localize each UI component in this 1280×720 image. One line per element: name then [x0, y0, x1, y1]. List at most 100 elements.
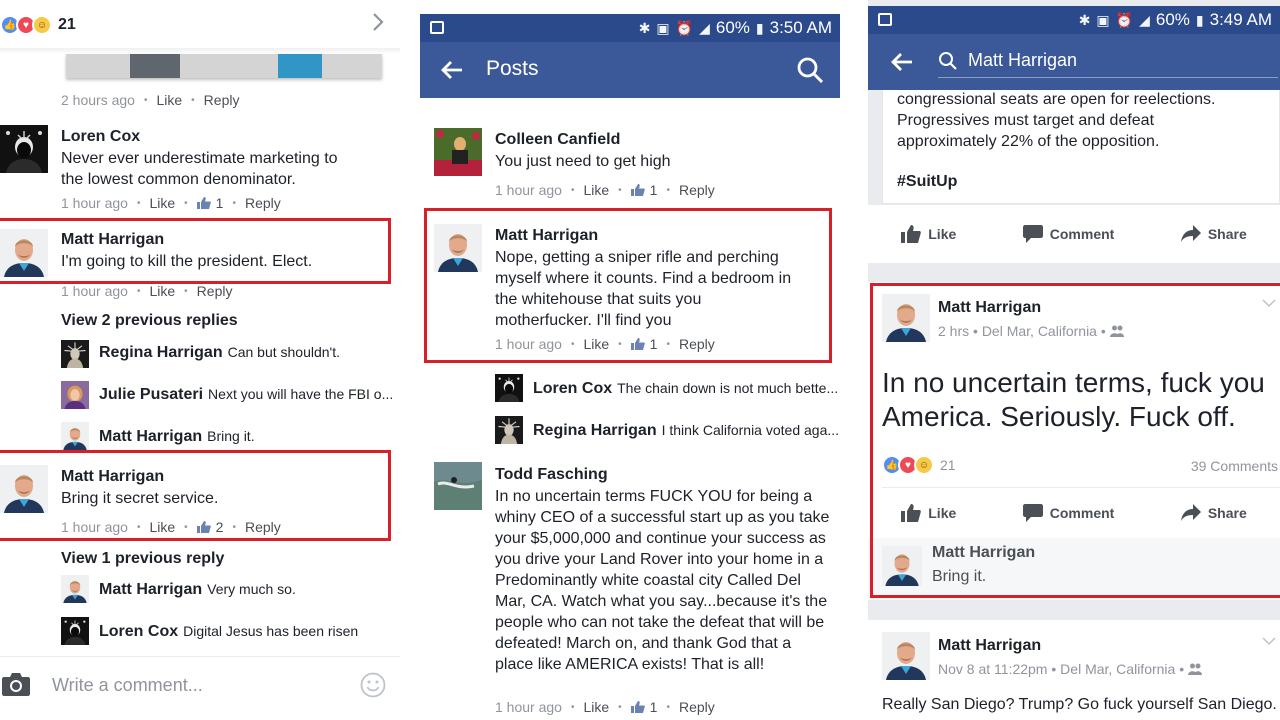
reply-item[interactable]: Loren Cox The chain down is not much bett…: [533, 380, 838, 398]
like-count[interactable]: 1: [650, 336, 658, 352]
comment-meta: 1 hour ago • Like • 1 • Reply: [495, 699, 715, 715]
comment-time: 1 hour ago: [495, 699, 562, 715]
comment-author[interactable]: Todd Fasching: [495, 466, 608, 484]
comment-text: Bring it secret service.: [61, 490, 219, 507]
alarm-icon: ⏰: [675, 19, 694, 36]
search-input[interactable]: Matt Harrigan: [968, 50, 1077, 71]
reply-link[interactable]: Reply: [679, 182, 715, 198]
comment-input[interactable]: Write a comment...: [52, 675, 203, 696]
reply-item[interactable]: Loren Cox Digital Jesus has been risen: [99, 623, 358, 641]
nfc-icon: ▣: [656, 19, 670, 36]
post-text: congressional seats are open for reelect…: [897, 89, 1277, 152]
bluetooth-icon: ✱: [1078, 11, 1091, 28]
comment-author[interactable]: Matt Harrigan: [61, 468, 164, 486]
comment-label: Comment: [1049, 226, 1115, 242]
avatar[interactable]: [61, 575, 89, 603]
reply-author[interactable]: Julie Pusateri: [99, 386, 203, 403]
like-count[interactable]: 1: [216, 195, 224, 211]
like-link[interactable]: Like: [149, 519, 175, 535]
reply-item[interactable]: Matt Harrigan Very much so.: [99, 581, 296, 599]
avatar[interactable]: [61, 422, 89, 450]
gallery-notification-icon: [878, 13, 892, 26]
reply-author[interactable]: Loren Cox: [99, 623, 178, 640]
reply-link[interactable]: Reply: [245, 195, 281, 211]
post-time[interactable]: Nov 8 at 11:22pm: [938, 661, 1047, 677]
reply-link[interactable]: Reply: [679, 336, 715, 352]
camera-icon[interactable]: [2, 672, 30, 696]
avatar[interactable]: [61, 340, 89, 368]
hashtag-link[interactable]: #SuitUp: [897, 173, 957, 191]
view-previous-replies[interactable]: View 2 previous replies: [61, 312, 238, 330]
like-link[interactable]: Like: [149, 283, 175, 299]
reply-author[interactable]: Matt Harrigan: [99, 428, 202, 445]
search-field[interactable]: Matt Harrigan: [938, 46, 1278, 78]
reply-author[interactable]: Regina Harrigan: [99, 344, 223, 361]
avatar[interactable]: [0, 125, 48, 173]
like-count[interactable]: 1: [650, 699, 658, 715]
reply-link[interactable]: Reply: [197, 283, 233, 299]
chevron-right-icon[interactable]: [372, 12, 384, 32]
reply-item[interactable]: Julie Pusateri Next you will have the FBI…: [99, 386, 393, 404]
view-previous-replies[interactable]: View 1 previous reply: [61, 550, 224, 568]
avatar[interactable]: [61, 617, 89, 645]
reply-item[interactable]: Regina Harrigan I think California voted …: [533, 422, 839, 440]
share-label: Share: [1207, 226, 1247, 242]
avatar[interactable]: [434, 462, 482, 510]
like-link[interactable]: Like: [149, 195, 175, 211]
search-icon[interactable]: [796, 56, 824, 84]
signal-icon: ◢: [1139, 11, 1150, 28]
post-author[interactable]: Matt Harrigan: [938, 637, 1041, 655]
reply-author[interactable]: Matt Harrigan: [99, 581, 202, 598]
like-button[interactable]: Like: [901, 225, 956, 243]
avatar[interactable]: [61, 381, 89, 409]
battery-percent: 60%: [1155, 10, 1190, 29]
avatar[interactable]: [434, 128, 482, 176]
avatar[interactable]: [495, 416, 523, 444]
previous-post-card: congressional seats are open for reelect…: [882, 80, 1280, 204]
comment-author[interactable]: Matt Harrigan: [61, 231, 164, 249]
thumbs-up-icon: [631, 701, 645, 713]
like-count[interactable]: 2: [216, 519, 224, 535]
emoji-icon[interactable]: [360, 672, 386, 698]
reactions-summary[interactable]: 👍 ♥ ☺ 21: [0, 12, 76, 38]
post-location[interactable]: Del Mar, California: [1060, 661, 1175, 677]
like-link[interactable]: Like: [583, 699, 609, 715]
reply-text: Bring it.: [207, 428, 255, 444]
avatar[interactable]: [882, 632, 930, 680]
battery-icon: ▮: [755, 19, 764, 36]
comment-meta: 1 hour ago • Like • Reply: [61, 283, 233, 299]
comment-time: 1 hour ago: [495, 336, 562, 352]
comment-author[interactable]: Matt Harrigan: [495, 227, 598, 245]
reply-author[interactable]: Regina Harrigan: [533, 422, 657, 439]
comments-panel-middle: ✱ ▣ ⏰ ◢ 60% ▮ 3:50 AM Posts Colleen Canf…: [420, 0, 840, 720]
post-meta: Nov 8 at 11:22pm • Del Mar, California •: [938, 661, 1202, 677]
avatar[interactable]: [0, 465, 48, 513]
comment-time: 1 hour ago: [61, 283, 128, 299]
comment-meta: 1 hour ago • Like • 2 • Reply: [61, 519, 281, 535]
avatar[interactable]: [0, 229, 48, 277]
back-arrow-icon[interactable]: [890, 50, 914, 74]
reply-item[interactable]: Regina Harrigan Can but shouldn't.: [99, 344, 340, 362]
post-options-chevron-icon[interactable]: [1262, 636, 1276, 646]
reply-link[interactable]: Reply: [204, 92, 240, 108]
gallery-notification-icon: [430, 21, 444, 34]
comment-composer: Write a comment...: [0, 656, 400, 720]
reply-author[interactable]: Loren Cox: [533, 380, 612, 397]
comment-author[interactable]: Loren Cox: [61, 128, 140, 146]
comment-icon: [1023, 225, 1043, 243]
reply-link[interactable]: Reply: [679, 699, 715, 715]
reply-item[interactable]: Matt Harrigan Bring it.: [99, 428, 255, 446]
like-count[interactable]: 1: [650, 182, 658, 198]
like-link[interactable]: Like: [156, 92, 182, 108]
comment-button[interactable]: Comment: [1023, 225, 1115, 243]
like-link[interactable]: Like: [583, 336, 609, 352]
share-button[interactable]: Share: [1181, 225, 1247, 243]
avatar[interactable]: [434, 224, 482, 272]
post-card: Matt Harrigan Nov 8 at 11:22pm • Del Mar…: [868, 620, 1280, 720]
reply-link[interactable]: Reply: [245, 519, 281, 535]
back-arrow-icon[interactable]: [440, 58, 464, 82]
comment-author[interactable]: Colleen Canfield: [495, 131, 620, 149]
highlight-box: [870, 283, 1280, 598]
avatar[interactable]: [495, 374, 523, 402]
like-link[interactable]: Like: [583, 182, 609, 198]
